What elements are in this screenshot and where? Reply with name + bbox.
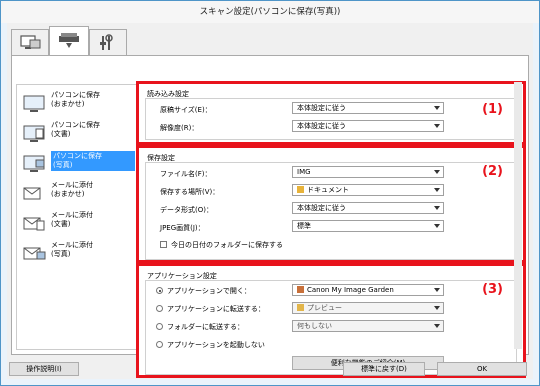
save-in-label: 保存する場所(V)： [160, 188, 220, 196]
send-app-value: プレビュー [307, 304, 342, 312]
mail-document-icon [23, 217, 45, 231]
send-app-label: アプリケーションに転送する： [167, 305, 265, 313]
scan-settings-window: スキャン設定(パソコンに保存(写真)) パソコンに保存 (おまかせ) パソコンに… [0, 0, 540, 386]
no-app-label: アプリケーションを起動しない [167, 341, 265, 349]
computer-scan-icon [20, 35, 41, 49]
save-settings-section: 保存設定 ファイル名(F)： IMG 保存する場所(V)： ドキュメント データ… [136, 145, 526, 263]
file-name-label: ファイル名(F)： [160, 170, 212, 178]
chevron-down-icon [434, 324, 440, 328]
section-number-1: (1) [482, 102, 503, 117]
sidebar-item-mail-photo[interactable]: メールに添付 (写真) [23, 239, 135, 267]
section-number-3: (3) [482, 282, 503, 297]
tools-icon [100, 34, 113, 50]
send-folder-radio[interactable] [156, 323, 163, 330]
jpeg-quality-value: 標準 [297, 222, 311, 230]
window-title: スキャン設定(パソコンに保存(写真)) [1, 1, 539, 23]
scanner-icon [59, 33, 79, 48]
mail-icon [23, 187, 41, 200]
send-folder-label: フォルダーに転送する： [167, 323, 244, 331]
resolution-select[interactable]: 本体設定に従う [292, 120, 444, 132]
tab-general-settings[interactable] [89, 29, 127, 55]
sidebar-item-mail-document[interactable]: メールに添付 (文書) [23, 209, 135, 237]
paper-size-value: 本体設定に従う [297, 104, 346, 112]
app-settings-section: アプリケーション設定 アプリケーションで開く： Canon My Image G… [136, 263, 526, 378]
sidebar-item-mail-auto[interactable]: メールに添付 (おまかせ) [23, 179, 135, 207]
panel-scrollbar[interactable] [514, 82, 522, 349]
save-settings-box: ファイル名(F)： IMG 保存する場所(V)： ドキュメント データ形式(O)… [145, 162, 517, 260]
subfolder-label: 今日の日付のフォルダーに保存する [171, 241, 283, 249]
dialog-client: パソコンに保存 (おまかせ) パソコンに保存 (文書) パソコンに保存 (写真)… [7, 23, 533, 379]
open-app-value: Canon My Image Garden [307, 286, 394, 294]
jpeg-quality-label: JPEG画質(J)： [160, 224, 205, 232]
sidebar-item-label: メールに添付 (写真) [51, 241, 93, 258]
sidebar-item-label: メールに添付 (おまかせ) [51, 181, 93, 198]
data-format-label: データ形式(O)： [160, 206, 213, 214]
app-icon [297, 286, 304, 293]
section-number-2: (2) [482, 164, 503, 179]
chevron-down-icon [434, 224, 440, 228]
ok-button[interactable]: OK [437, 362, 527, 376]
sidebar-item-save-photo[interactable]: パソコンに保存 (写真) [23, 149, 135, 177]
chevron-down-icon [434, 306, 440, 310]
chevron-down-icon [434, 170, 440, 174]
sidebar-item-label: パソコンに保存 (写真) [51, 151, 135, 171]
mail-photo-icon [23, 247, 46, 260]
instructions-button[interactable]: 操作説明(I) [9, 362, 79, 376]
tab-panel: パソコンに保存 (おまかせ) パソコンに保存 (文書) パソコンに保存 (写真)… [11, 55, 529, 378]
chevron-down-icon [434, 188, 440, 192]
no-app-radio[interactable] [156, 341, 163, 348]
paper-size-select[interactable]: 本体設定に従う [292, 102, 444, 114]
preview-icon [297, 304, 304, 311]
subfolder-checkbox[interactable] [160, 241, 167, 248]
scan-mode-list: パソコンに保存 (おまかせ) パソコンに保存 (文書) パソコンに保存 (写真)… [16, 84, 138, 350]
send-app-select[interactable]: プレビュー [292, 302, 444, 314]
data-format-value: 本体設定に従う [297, 204, 346, 212]
sidebar-item-label: パソコンに保存 (文書) [51, 121, 100, 138]
sidebar-item-label: メールに添付 (文書) [51, 211, 93, 228]
send-folder-value: 何もしない [297, 322, 332, 330]
save-in-select[interactable]: ドキュメント [292, 184, 444, 196]
app-settings-box: アプリケーションで開く： Canon My Image Garden アプリケー… [145, 280, 517, 375]
open-app-radio[interactable] [156, 287, 163, 294]
jpeg-quality-select[interactable]: 標準 [292, 220, 444, 232]
data-format-select[interactable]: 本体設定に従う [292, 202, 444, 214]
scan-options-box: 原稿サイズ(E)： 本体設定に従う 解像度(R)： 本体設定に従う [145, 98, 517, 140]
send-app-radio[interactable] [156, 305, 163, 312]
file-name-value: IMG [297, 168, 311, 176]
file-name-select[interactable]: IMG [292, 166, 444, 178]
sidebar-item-label: パソコンに保存 (おまかせ) [51, 91, 100, 108]
tab-scanner-settings[interactable] [49, 26, 89, 56]
tab-scan-from-computer[interactable] [11, 29, 49, 55]
chevron-down-icon [434, 124, 440, 128]
scan-options-section: 読み込み設定 原稿サイズ(E)： 本体設定に従う 解像度(R)： 本体設定に従う… [136, 81, 526, 145]
chevron-down-icon [434, 288, 440, 292]
chevron-down-icon [434, 206, 440, 210]
sidebar-item-save-auto[interactable]: パソコンに保存 (おまかせ) [23, 89, 135, 117]
computer-photo-icon [23, 155, 45, 172]
resolution-value: 本体設定に従う [297, 122, 346, 130]
save-in-value: ドキュメント [307, 186, 349, 194]
computer-icon [23, 95, 45, 112]
open-app-select[interactable]: Canon My Image Garden [292, 284, 444, 296]
open-app-label: アプリケーションで開く： [167, 287, 251, 295]
computer-document-icon [23, 125, 45, 142]
send-folder-select[interactable]: 何もしない [292, 320, 444, 332]
paper-size-label: 原稿サイズ(E)： [160, 106, 212, 114]
folder-icon [297, 186, 304, 193]
defaults-button[interactable]: 標準に戻す(D) [343, 362, 425, 376]
chevron-down-icon [434, 106, 440, 110]
resolution-label: 解像度(R)： [160, 124, 199, 132]
sidebar-item-save-document[interactable]: パソコンに保存 (文書) [23, 119, 135, 147]
